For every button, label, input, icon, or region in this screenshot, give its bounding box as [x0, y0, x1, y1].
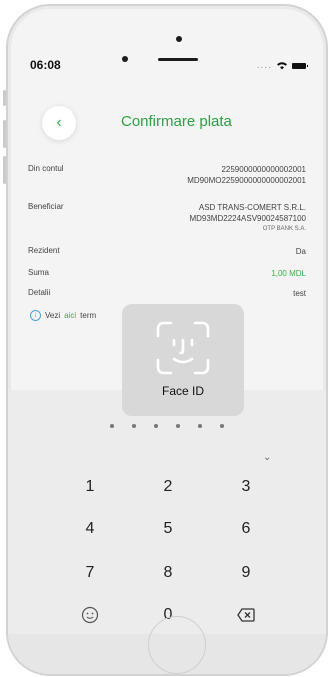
battery-icon — [292, 62, 308, 69]
resident-label: Rezident — [28, 246, 60, 255]
beneficiary-name: ASD TRANS-COMERT S.R.L. — [198, 203, 306, 212]
from-account-number: 2259000000000002001 — [221, 165, 306, 174]
sensor-icon — [122, 56, 128, 62]
beneficiary-bank: OTP BANK S.A. — [262, 226, 306, 232]
terms-link[interactable]: aici — [64, 311, 76, 320]
details-value: test — [293, 289, 306, 298]
pin-dot — [220, 424, 224, 428]
pin-dot — [198, 424, 202, 428]
faceid-overlay: Face ID — [122, 304, 244, 416]
status-time: 06:08 — [30, 58, 61, 72]
chevron-left-icon: ‹ — [56, 114, 62, 131]
key-6[interactable]: 6 — [206, 512, 286, 546]
from-account-label: Din contul — [28, 164, 64, 173]
chevron-down-icon[interactable]: ⌄ — [263, 452, 271, 463]
amount-label: Suma — [28, 268, 49, 277]
home-button[interactable] — [148, 616, 206, 674]
face-icon — [81, 606, 99, 624]
back-button[interactable]: ‹ — [42, 106, 76, 140]
faceid-icon — [156, 321, 210, 375]
beneficiary-label: Beneficiar — [28, 202, 64, 211]
resident-value: Da — [295, 247, 306, 256]
status-icons: .... — [256, 60, 308, 71]
signal-icon: .... — [256, 60, 272, 71]
beneficiary-row: Beneficiar ASD TRANS-COMERT S.R.L. MD93M… — [28, 202, 306, 236]
amount-value: 1,00 MDL — [271, 269, 306, 278]
terms-middle: term — [80, 311, 97, 320]
key-4[interactable]: 4 — [50, 512, 130, 546]
speaker-grille — [158, 58, 198, 61]
page-title: Confirmare plata — [121, 113, 232, 130]
biometric-key[interactable] — [50, 598, 130, 632]
key-9[interactable]: 9 — [206, 556, 286, 590]
key-7[interactable]: 7 — [50, 556, 130, 590]
delete-key[interactable] — [206, 598, 286, 632]
camera-icon — [176, 36, 182, 42]
pin-dot — [110, 424, 114, 428]
from-account-iban: MD90MO2259000000000002001 — [187, 176, 306, 185]
pin-indicator — [8, 424, 326, 428]
key-8[interactable]: 8 — [128, 556, 208, 590]
details-label: Detalii — [28, 288, 51, 297]
key-2[interactable]: 2 — [128, 470, 208, 504]
pin-dot — [176, 424, 180, 428]
terms-prefix: Vezi — [45, 311, 61, 320]
faceid-label: Face ID — [161, 384, 204, 398]
pin-dot — [132, 424, 136, 428]
beneficiary-iban: MD93MD2224ASV90024587100 — [189, 214, 306, 223]
key-1[interactable]: 1 — [50, 470, 130, 504]
info-icon: i — [30, 310, 41, 321]
from-account-row: Din contul 2259000000000002001 MD90MO225… — [28, 164, 306, 188]
from-account-value: 2259000000000002001 MD90MO22590000000000… — [187, 164, 306, 186]
resident-row: Rezident Da — [28, 246, 306, 258]
wifi-icon — [277, 62, 287, 70]
backspace-icon — [237, 608, 255, 622]
details-row: Detalii test — [28, 288, 306, 300]
key-5[interactable]: 5 — [128, 512, 208, 546]
key-3[interactable]: 3 — [206, 470, 286, 504]
beneficiary-value: ASD TRANS-COMERT S.R.L. MD93MD2224ASV900… — [189, 202, 306, 235]
pin-dot — [154, 424, 158, 428]
phone-frame: 06:08 .... ‹ Confirmare plata Din contul… — [6, 4, 328, 676]
amount-row: Suma 1,00 MDL — [28, 268, 306, 280]
